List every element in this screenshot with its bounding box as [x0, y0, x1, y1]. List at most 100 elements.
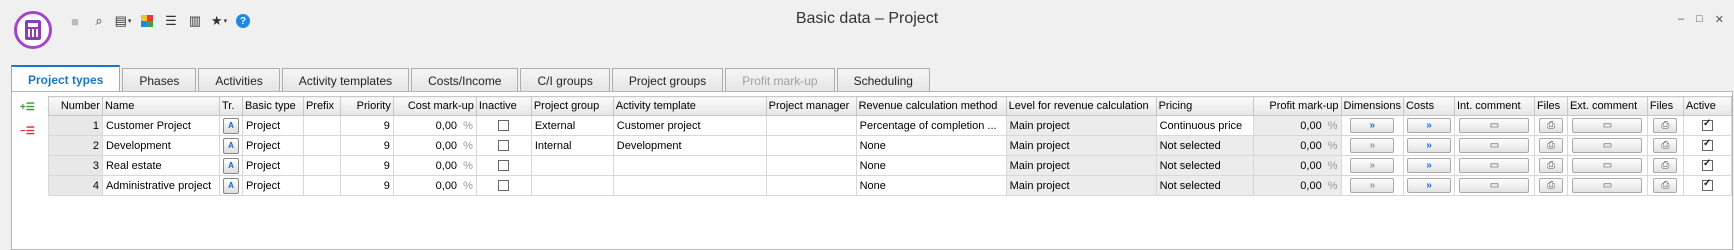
inactive-checkbox[interactable] [498, 140, 510, 152]
ext-files-cell[interactable]: ⎙ [1646, 175, 1684, 196]
translation-icon[interactable]: A [222, 117, 239, 134]
dimensions-cell[interactable]: » [1340, 135, 1404, 156]
active-checkbox[interactable] [1701, 158, 1713, 172]
active-cell[interactable] [1682, 155, 1733, 176]
files-cell[interactable]: ⎙ [1533, 175, 1568, 196]
column-header-profit-mark-up[interactable]: Profit mark-up [1252, 96, 1342, 116]
column-header-level-for-revenue-calculation[interactable]: Level for revenue calculation [1005, 96, 1157, 116]
column-header-tr-[interactable]: Tr. [218, 96, 243, 116]
basic-type-cell[interactable]: Project [241, 115, 304, 136]
basic-type-cell[interactable]: Project [241, 135, 304, 156]
costs-cell[interactable]: » [1402, 135, 1455, 156]
column-header-int-comment[interactable]: Int. comment [1453, 96, 1535, 116]
name-cell[interactable]: Development [101, 135, 220, 156]
project-manager-cell[interactable] [765, 135, 857, 156]
internal-comment-button[interactable]: ▭ [1459, 178, 1530, 193]
revenue-level-cell[interactable]: Main project [1005, 135, 1157, 156]
prefix-cell[interactable] [302, 175, 341, 196]
dimensions-cell[interactable]: » [1340, 175, 1404, 196]
ext-comment-cell[interactable]: ▭ [1566, 135, 1648, 156]
dimensions-cell[interactable]: » [1340, 155, 1404, 176]
number-cell[interactable]: 2 [48, 135, 103, 156]
costs-button[interactable]: » [1406, 178, 1451, 193]
column-header-name[interactable]: Name [101, 96, 220, 116]
column-header-basic-type[interactable]: Basic type [241, 96, 304, 116]
external-comment-button[interactable]: ▭ [1572, 138, 1643, 153]
inactive-cell[interactable] [475, 155, 532, 176]
column-header-files[interactable]: Files [1533, 96, 1568, 116]
external-comment-button[interactable]: ▭ [1572, 158, 1643, 173]
int-comment-cell[interactable]: ▭ [1453, 135, 1535, 156]
minimize-icon[interactable]: – [1678, 13, 1684, 26]
profit-markup-cell[interactable]: 0,00% [1252, 135, 1342, 156]
tab-project-groups[interactable]: Project groups [611, 68, 724, 92]
column-header-ext-comment[interactable]: Ext. comment [1566, 96, 1648, 116]
project-manager-cell[interactable] [765, 175, 857, 196]
internal-comment-button[interactable]: ▭ [1459, 118, 1530, 133]
translation-icon[interactable]: A [222, 157, 239, 174]
prefix-cell[interactable] [302, 155, 341, 176]
attach-files-button[interactable]: ⎙ [1653, 138, 1678, 153]
files-cell[interactable]: ⎙ [1533, 135, 1568, 156]
attach-files-button[interactable]: ⎙ [1538, 138, 1563, 153]
ext-files-cell[interactable]: ⎙ [1646, 155, 1684, 176]
tab-costs-income[interactable]: Costs/Income [411, 68, 519, 92]
dimensions-cell[interactable]: » [1340, 115, 1404, 136]
active-cell[interactable] [1682, 135, 1733, 156]
attach-files-button[interactable]: ⎙ [1653, 118, 1678, 133]
cost-markup-cell[interactable]: 0,00% [392, 135, 477, 156]
attach-files-button[interactable]: ⎙ [1538, 178, 1563, 193]
dimensions-button[interactable]: » [1350, 138, 1395, 153]
name-cell[interactable]: Administrative project [101, 175, 220, 196]
table-row[interactable]: 1 Customer Project A Project 9 0,00% External C… [48, 115, 1733, 136]
maximize-icon[interactable]: □ [1696, 13, 1703, 26]
external-comment-button[interactable]: ▭ [1572, 178, 1643, 193]
profit-markup-cell[interactable]: 0,00% [1252, 155, 1342, 176]
column-header-activity-template[interactable]: Activity template [612, 96, 767, 116]
inactive-cell[interactable] [475, 135, 532, 156]
profit-markup-cell[interactable]: 0,00% [1252, 115, 1342, 136]
revenue-method-cell[interactable]: None [855, 175, 1007, 196]
dimensions-button[interactable]: » [1350, 118, 1395, 133]
ext-files-cell[interactable]: ⎙ [1646, 115, 1684, 136]
close-icon[interactable]: ✕ [1715, 13, 1724, 26]
costs-cell[interactable]: » [1402, 175, 1455, 196]
delete-row-icon[interactable]: −☰ [20, 126, 38, 138]
inactive-checkbox[interactable] [498, 120, 510, 132]
inactive-checkbox[interactable] [498, 180, 510, 192]
column-header-dimensions[interactable]: Dimensions [1340, 96, 1404, 116]
revenue-method-cell[interactable]: None [855, 155, 1007, 176]
activity-template-cell[interactable] [612, 175, 767, 196]
dimensions-button[interactable]: » [1350, 178, 1395, 193]
revenue-level-cell[interactable]: Main project [1005, 155, 1157, 176]
translation-cell[interactable]: A [218, 155, 243, 176]
revenue-level-cell[interactable]: Main project [1005, 115, 1157, 136]
costs-button[interactable]: » [1406, 158, 1451, 173]
active-checkbox[interactable] [1701, 118, 1713, 132]
translation-cell[interactable]: A [218, 135, 243, 156]
column-header-cost-mark-up[interactable]: Cost mark-up [392, 96, 477, 116]
translation-icon[interactable]: A [222, 137, 239, 154]
ext-comment-cell[interactable]: ▭ [1566, 115, 1648, 136]
column-header-prefix[interactable]: Prefix [302, 96, 341, 116]
tab-project-types[interactable]: Project types [11, 65, 121, 92]
attach-files-button[interactable]: ⎙ [1653, 158, 1678, 173]
column-header-project-manager[interactable]: Project manager [765, 96, 857, 116]
number-cell[interactable]: 3 [48, 155, 103, 176]
table-row[interactable]: 2 Development A Project 9 0,00% Internal Develo… [48, 135, 1733, 156]
inactive-checkbox[interactable] [498, 160, 510, 172]
name-cell[interactable]: Real estate [101, 155, 220, 176]
activity-template-cell[interactable]: Customer project [612, 115, 767, 136]
project-group-cell[interactable] [530, 175, 614, 196]
pricing-cell[interactable]: Not selected [1155, 155, 1254, 176]
pricing-cell[interactable]: Not selected [1155, 135, 1254, 156]
translation-cell[interactable]: A [218, 115, 243, 136]
internal-comment-button[interactable]: ▭ [1459, 158, 1530, 173]
add-row-icon[interactable]: +☰ [20, 102, 38, 114]
costs-cell[interactable]: » [1402, 155, 1455, 176]
tab-scheduling[interactable]: Scheduling [836, 68, 930, 92]
profit-markup-cell[interactable]: 0,00% [1252, 175, 1342, 196]
ext-comment-cell[interactable]: ▭ [1566, 175, 1648, 196]
cost-markup-cell[interactable]: 0,00% [392, 115, 477, 136]
column-header-priority[interactable]: Priority [339, 96, 394, 116]
